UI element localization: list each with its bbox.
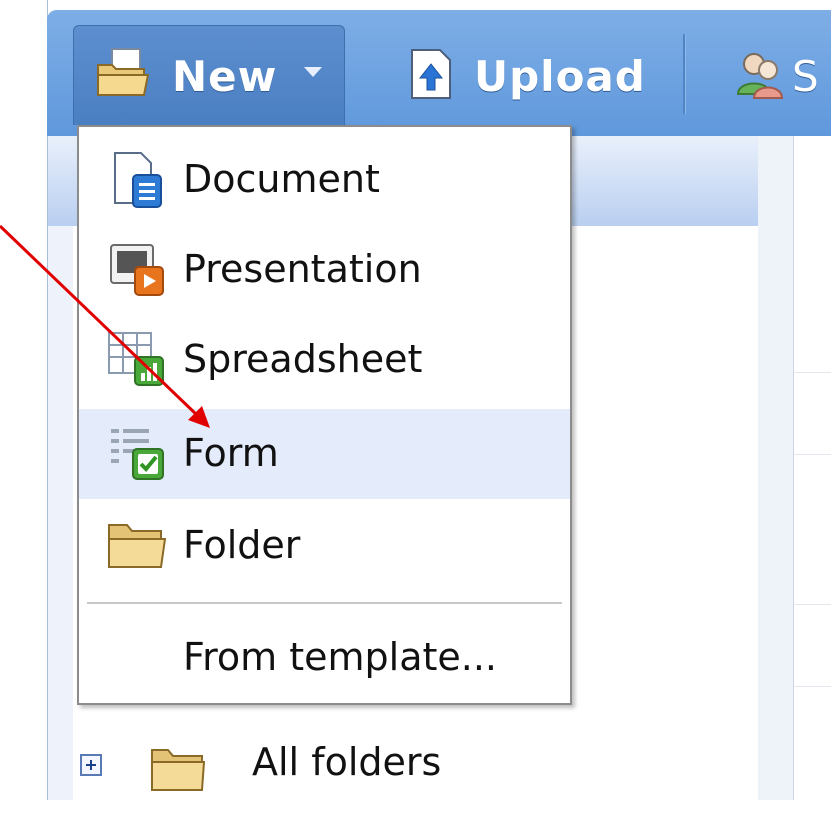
annotation-arrow: [0, 224, 210, 428]
